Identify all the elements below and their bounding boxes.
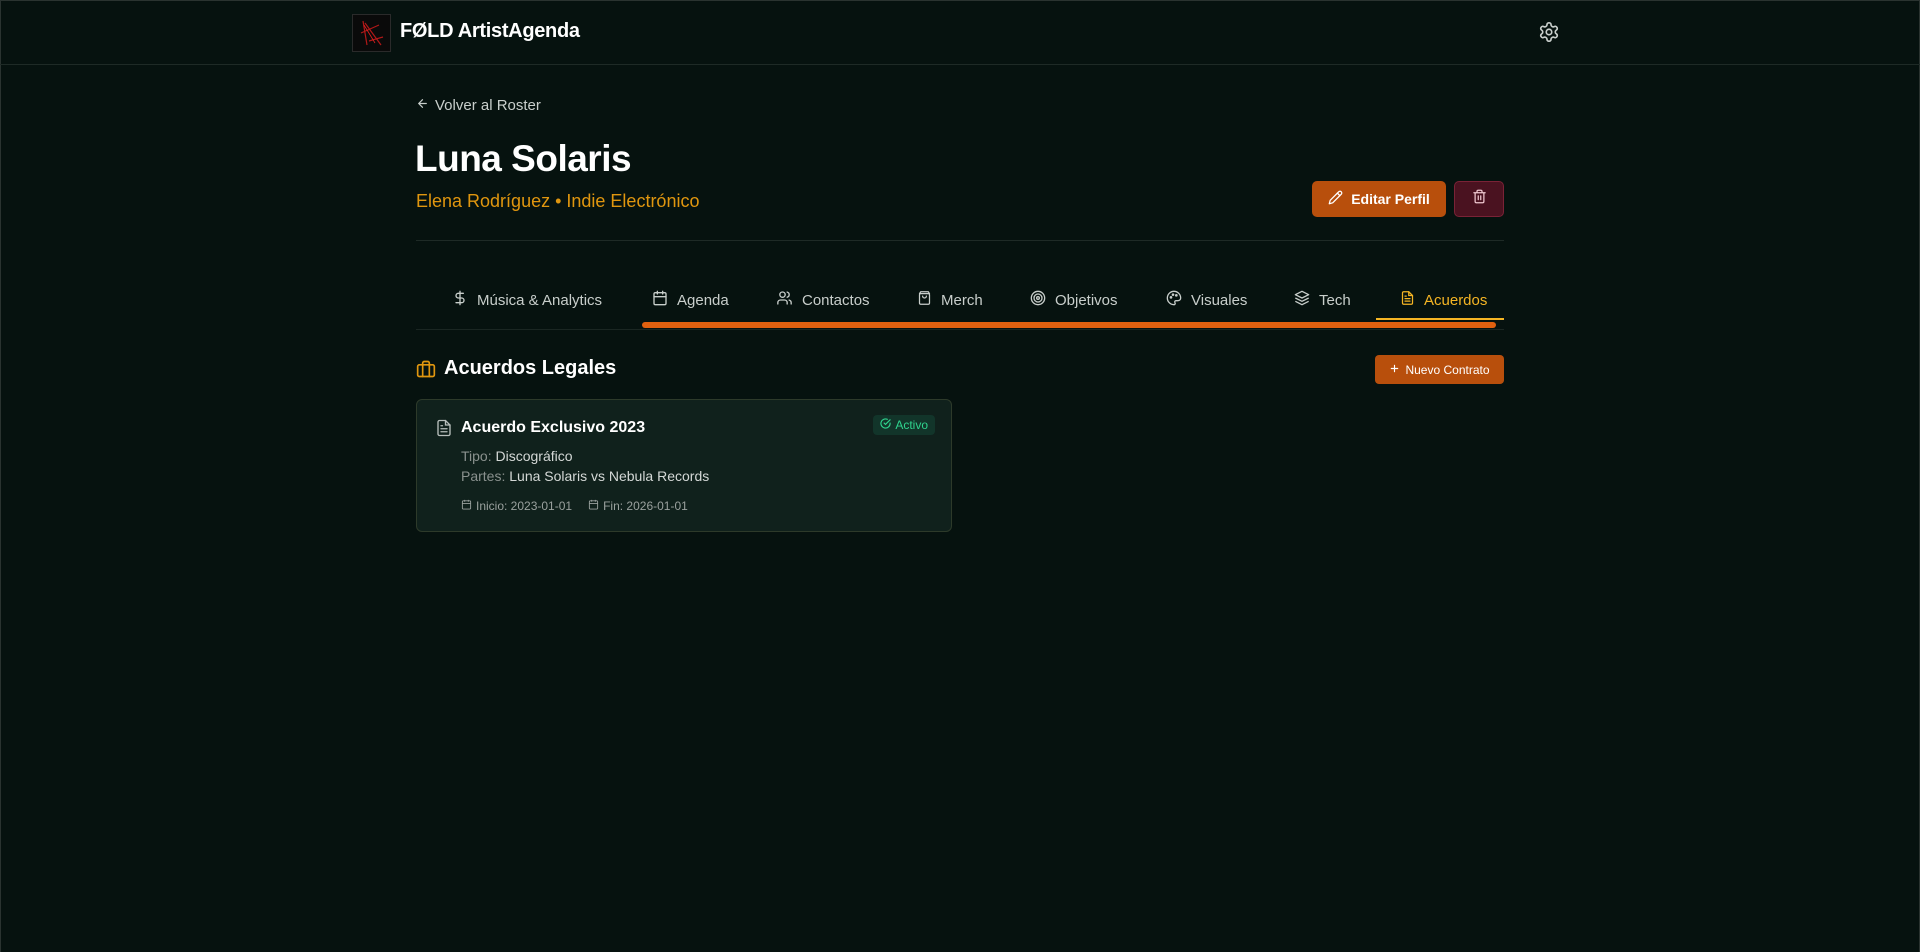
artist-subtitle: Elena Rodríguez • Indie Electrónico	[416, 191, 700, 211]
gear-icon[interactable]	[1538, 21, 1560, 43]
tab-label: Tech	[1319, 291, 1351, 309]
contract-dates: Inicio: 2023-01-01 Fin: 2026-01-01	[461, 499, 688, 513]
users-icon	[776, 290, 793, 310]
briefcase-icon	[416, 359, 436, 379]
tab-tech[interactable]: Tech	[1294, 280, 1351, 320]
contract-title: Acuerdo Exclusivo 2023	[461, 419, 646, 436]
tab-label: Acuerdos	[1424, 291, 1488, 309]
parties-key: Partes:	[461, 468, 506, 484]
back-label: Volver al Roster	[435, 97, 541, 114]
tab-musica-analytics[interactable]: Música & Analytics	[452, 280, 602, 320]
status-badge: Activo	[873, 415, 935, 435]
tab-bar: Música & Analytics Agenda Contactos Merc…	[416, 280, 1504, 320]
tab-label: Agenda	[677, 291, 729, 309]
file-text-icon	[1400, 290, 1415, 310]
edit-profile-label: Editar Perfil	[1351, 191, 1430, 207]
status-label: Activo	[895, 418, 928, 432]
tab-objetivos[interactable]: Objetivos	[1030, 280, 1118, 320]
pencil-icon	[1328, 190, 1343, 208]
start-date-text: Inicio: 2023-01-01	[476, 499, 573, 513]
tab-merch[interactable]: Merch	[917, 280, 983, 320]
trash-icon	[1472, 189, 1487, 209]
tab-label: Visuales	[1191, 291, 1248, 309]
tab-contactos[interactable]: Contactos	[776, 280, 870, 320]
contract-type: Tipo: Discográfico	[461, 448, 573, 464]
shopping-bag-icon	[917, 290, 932, 310]
target-icon	[1030, 290, 1046, 310]
tab-label: Objetivos	[1055, 291, 1118, 309]
check-circle-icon	[880, 418, 891, 432]
logo-image	[352, 14, 391, 52]
end-date-text: Fin: 2026-01-01	[603, 499, 688, 513]
tab-visuales[interactable]: Visuales	[1166, 280, 1247, 320]
calendar-icon	[461, 499, 472, 513]
parties-value: Luna Solaris vs Nebula Records	[509, 468, 710, 484]
top-bar: FØLD ArtistAgenda	[0, 0, 1920, 65]
plus-icon	[1389, 363, 1400, 377]
delete-artist-button[interactable]	[1454, 181, 1504, 217]
brand-title: FØLD ArtistAgenda	[400, 20, 580, 42]
back-to-roster-link[interactable]: Volver al Roster	[416, 97, 541, 114]
tabs-divider	[416, 329, 1504, 330]
end-date: Fin: 2026-01-01	[588, 499, 688, 513]
contract-card[interactable]: Acuerdo Exclusivo 2023 Activo Tipo: Disc…	[416, 399, 952, 532]
calendar-icon	[652, 290, 668, 310]
header-divider	[416, 240, 1504, 241]
arrow-left-icon	[416, 97, 429, 114]
tab-acuerdos[interactable]: Acuerdos	[1400, 280, 1487, 320]
new-contract-button[interactable]: Nuevo Contrato	[1375, 355, 1504, 384]
document-icon	[435, 418, 453, 438]
section-title: Acuerdos Legales	[444, 357, 617, 379]
layers-icon	[1294, 290, 1310, 310]
edit-profile-button[interactable]: Editar Perfil	[1312, 181, 1446, 217]
artist-name: Luna Solaris	[415, 138, 632, 179]
calendar-icon	[588, 499, 599, 513]
active-tab-indicator	[1376, 318, 1504, 320]
tab-agenda[interactable]: Agenda	[652, 280, 729, 320]
tab-label: Música & Analytics	[477, 291, 603, 309]
tab-label: Merch	[941, 291, 983, 309]
app-frame	[0, 0, 1920, 952]
start-date: Inicio: 2023-01-01	[461, 499, 572, 513]
type-value: Discográfico	[495, 448, 573, 464]
type-key: Tipo:	[461, 448, 492, 464]
contract-parties: Partes: Luna Solaris vs Nebula Records	[461, 468, 709, 484]
tabs-scrollbar[interactable]	[642, 322, 1496, 328]
dollar-icon	[452, 290, 468, 310]
tab-label: Contactos	[802, 291, 870, 309]
new-contract-label: Nuevo Contrato	[1405, 362, 1490, 377]
palette-icon	[1166, 290, 1182, 310]
